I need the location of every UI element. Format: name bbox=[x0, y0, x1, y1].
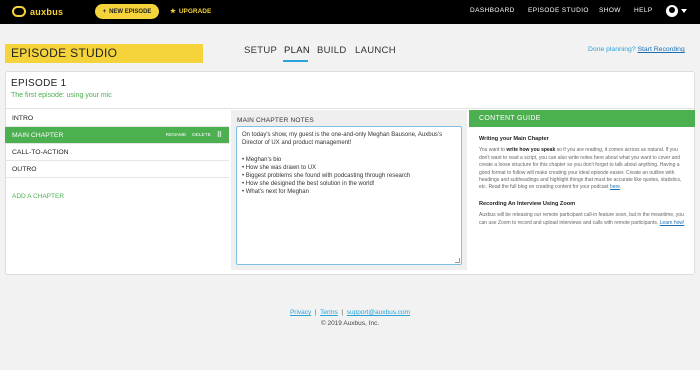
done-planning-prefix: Done planning? bbox=[588, 46, 636, 53]
chapter-list: INTRO MAIN CHAPTER RENAME DELETE ⠿ CALL-… bbox=[5, 110, 229, 178]
nav-episode-studio[interactable]: EPISODE STUDIO bbox=[528, 7, 589, 14]
upgrade-link[interactable]: ★ UPGRADE bbox=[170, 7, 212, 16]
nav-help[interactable]: HELP bbox=[634, 7, 653, 14]
user-avatar-icon[interactable] bbox=[666, 5, 678, 17]
tab-launch[interactable]: LAUNCH bbox=[355, 45, 396, 56]
logo-text: auxbus bbox=[30, 6, 64, 17]
episode-title: EPISODE 1 bbox=[11, 78, 67, 89]
terms-link[interactable]: Terms bbox=[320, 309, 338, 316]
support-email-link[interactable]: support@auxbus.com bbox=[347, 309, 410, 316]
blog-here-link[interactable]: here bbox=[610, 184, 620, 190]
chapter-label: OUTRO bbox=[12, 166, 37, 173]
notes-bullet: • Biggest problems she found with podcas… bbox=[242, 173, 411, 180]
chapter-item-call-to-action[interactable]: CALL-TO-ACTION bbox=[5, 144, 229, 161]
chapter-item-intro[interactable]: INTRO bbox=[5, 110, 229, 127]
copyright: © 2019 Auxbus, Inc. bbox=[320, 320, 380, 327]
drag-handle-icon[interactable]: ⠿ bbox=[217, 127, 222, 144]
chevron-down-icon[interactable] bbox=[681, 9, 687, 13]
page-title: EPISODE STUDIO bbox=[5, 44, 203, 63]
guide-heading-writing: Writing your Main Chapter bbox=[479, 136, 549, 142]
chapter-item-outro[interactable]: OUTRO bbox=[5, 161, 229, 178]
active-tab-indicator bbox=[283, 60, 308, 62]
chapter-item-main[interactable]: MAIN CHAPTER RENAME DELETE ⠿ bbox=[5, 127, 229, 144]
tab-setup[interactable]: SETUP bbox=[244, 45, 277, 56]
chapter-label: CALL-TO-ACTION bbox=[12, 149, 69, 156]
chapter-label: INTRO bbox=[12, 115, 34, 122]
nav-dashboard[interactable]: DASHBOARD bbox=[470, 7, 515, 14]
footer-links: Privacy | Terms | support@auxbus.com bbox=[289, 309, 411, 316]
start-recording-link[interactable]: Start Recording bbox=[638, 46, 685, 53]
new-episode-button[interactable]: + NEW EPISODE bbox=[95, 4, 159, 19]
delete-button[interactable]: DELETE bbox=[192, 127, 211, 144]
rename-button[interactable]: RENAME bbox=[166, 127, 187, 144]
add-chapter-link[interactable]: ADD A CHAPTER bbox=[12, 193, 64, 200]
guide-paragraph-writing: You want to write how you speak so if yo… bbox=[479, 147, 682, 191]
done-planning-text: Done planning? Start Recording bbox=[588, 46, 685, 53]
learn-how-link[interactable]: Learn how! bbox=[660, 220, 685, 226]
auxbus-logo[interactable]: auxbus bbox=[12, 6, 63, 17]
content-guide-header: CONTENT GUIDE bbox=[469, 110, 695, 127]
new-episode-label: NEW EPISODE bbox=[109, 8, 152, 15]
notes-bullet: • How she designed the best solution in … bbox=[242, 181, 375, 188]
notes-bullet: • How she was drawn to UX bbox=[242, 164, 317, 171]
resize-handle-icon[interactable] bbox=[455, 258, 460, 263]
chapter-notes-textarea[interactable]: On today's show, my guest is the one-and… bbox=[236, 126, 462, 265]
upgrade-label: UPGRADE bbox=[178, 7, 212, 15]
plus-icon: + bbox=[102, 8, 107, 15]
tab-plan[interactable]: PLAN bbox=[284, 45, 310, 56]
content-guide-body: Writing your Main Chapter You want to wr… bbox=[479, 136, 687, 236]
tab-build[interactable]: BUILD bbox=[317, 45, 346, 56]
auxbus-logo-icon bbox=[12, 6, 26, 17]
notes-bullet: • Meghan's bio bbox=[242, 156, 282, 163]
star-icon: ★ bbox=[170, 8, 176, 15]
notes-intro: On today's show, my guest is the one-and… bbox=[242, 132, 443, 147]
divider bbox=[5, 108, 695, 109]
top-nav-bar: auxbus + NEW EPISODE ★ UPGRADE DASHBOARD… bbox=[0, 0, 700, 24]
chapter-label: MAIN CHAPTER bbox=[12, 132, 64, 139]
privacy-link[interactable]: Privacy bbox=[290, 309, 311, 316]
guide-heading-zoom: Recording An Interview Using Zoom bbox=[479, 200, 576, 207]
notes-bullet: • What's next for Meghan bbox=[242, 189, 309, 196]
notes-label: MAIN CHAPTER NOTES bbox=[237, 117, 314, 124]
nav-show[interactable]: SHOW bbox=[599, 7, 621, 14]
episode-subtitle: The first episode: using your mic bbox=[11, 92, 112, 99]
guide-paragraph-zoom: Auxbus will be releasing our remote part… bbox=[479, 212, 685, 226]
